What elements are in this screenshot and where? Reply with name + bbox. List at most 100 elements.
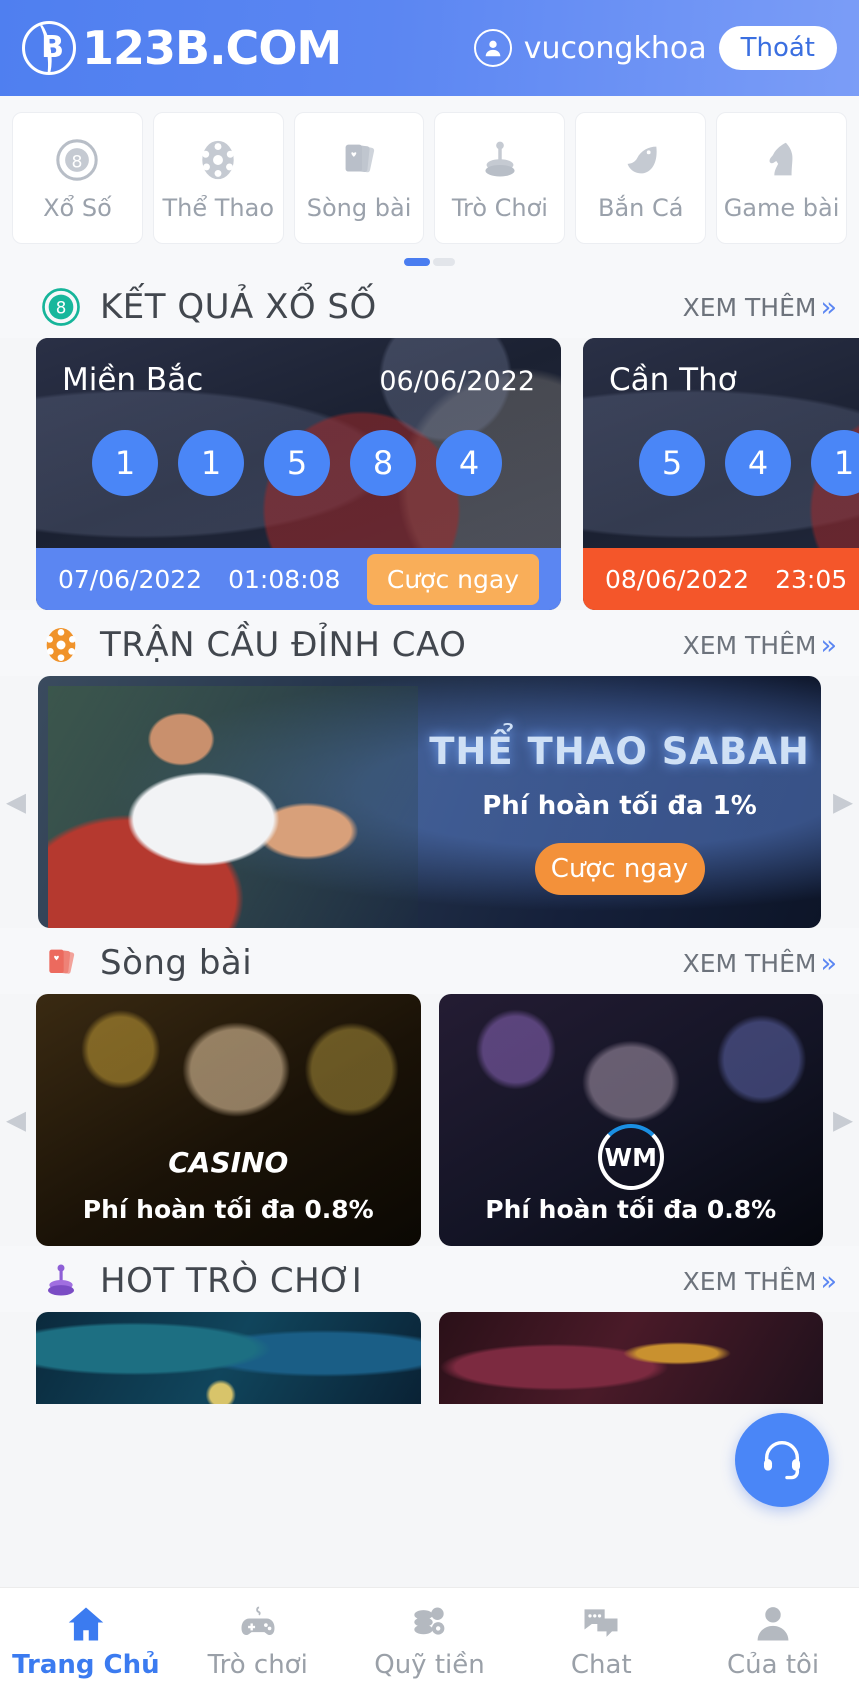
fish-icon (615, 134, 667, 186)
banner-bet-now-button[interactable]: Cược ngay (534, 843, 705, 895)
see-more-lottery[interactable]: XEM THÊM » (683, 292, 837, 323)
carousel-prev-icon[interactable]: ◀ (6, 787, 26, 818)
casino-card-rail[interactable]: CASINO Phí hoàn tối đa 0.8% WM Phí hoàn … (0, 994, 859, 1246)
pager-dot[interactable] (433, 258, 455, 266)
lottery-region: Miền Bắc (62, 362, 204, 398)
category-the-thao[interactable]: Thể Thao (152, 112, 284, 244)
nav-item-funds[interactable]: Quỹ tiền (344, 1588, 516, 1692)
soccer-ball-icon (192, 134, 244, 186)
category-label: Xổ Số (43, 194, 112, 222)
lottery-ball-8-icon: 8 (40, 286, 82, 328)
sports-banner[interactable]: THỂ THAO SABAH Phí hoàn tối đa 1% Cược n… (38, 676, 821, 928)
playing-cards-icon (40, 942, 82, 984)
brand-mark-letter: B (41, 30, 64, 65)
category-label: Trò Chơi (451, 194, 548, 222)
user-circle-icon[interactable] (473, 29, 512, 67)
lottery-card-rail[interactable]: Miền Bắc 06/06/2022 1 1 5 8 4 07/06/2022… (0, 338, 859, 610)
section-header-casino: Sòng bài XEM THÊM » (0, 928, 859, 994)
lottery-ball: 4 (725, 430, 791, 496)
casino-rebate-caption: Phí hoàn tối đa 0.8% (82, 1195, 374, 1224)
nav-label: Quỹ tiền (374, 1650, 485, 1680)
category-game-bai[interactable]: Game bài (716, 112, 847, 244)
lottery-countdown: 23:05 (775, 564, 848, 594)
category-pager[interactable] (0, 244, 859, 272)
svg-text:8: 8 (56, 299, 67, 318)
lottery-ball: 5 (639, 430, 705, 496)
lottery-card[interactable]: Cần Thơ 5 4 1 08/06/2022 23:05 (583, 338, 859, 610)
casino-card[interactable]: WM Phí hoàn tối đa 0.8% (438, 994, 823, 1246)
lottery-card-footer: 07/06/2022 01:08:08 Cược ngay (36, 548, 561, 610)
carousel-next-icon[interactable]: ▶ (833, 1105, 853, 1136)
casino-card[interactable]: CASINO Phí hoàn tối đa 0.8% (36, 994, 421, 1246)
category-label: Bắn Cá (597, 194, 684, 222)
nav-item-profile[interactable]: Của tôi (687, 1588, 859, 1692)
see-more-sports[interactable]: XEM THÊM » (683, 630, 837, 661)
bet-now-button[interactable]: Cược ngay (366, 553, 539, 605)
lottery-card[interactable]: Miền Bắc 06/06/2022 1 1 5 8 4 07/06/2022… (36, 338, 561, 610)
username-label: vucongkhoa (523, 30, 707, 66)
lottery-next-date: 07/06/2022 (58, 564, 203, 594)
n-casino-logo: CASINO (168, 1146, 289, 1179)
lottery-ball: 1 (178, 430, 244, 496)
lottery-date: 06/06/2022 (379, 366, 535, 397)
brand-mark-icon: B (22, 21, 76, 75)
lottery-card-footer: 08/06/2022 23:05 (583, 548, 859, 610)
joystick-icon (40, 1260, 82, 1302)
gamepad-icon (236, 1600, 280, 1646)
banner-title: THỂ THAO SABAH (429, 730, 810, 773)
bottom-navigation: Trang Chủ Trò chơi Quỹ tiền Chat Của tôi (0, 1587, 859, 1692)
section-title: KẾT QUẢ XỔ SỐ (100, 287, 377, 327)
chevron-right-icon: » (820, 291, 837, 323)
nav-label: Của tôi (727, 1650, 820, 1680)
lottery-card-top: Miền Bắc 06/06/2022 1 1 5 8 4 (36, 338, 561, 548)
category-song-bai[interactable]: Sòng bài (293, 112, 425, 244)
category-xo-so[interactable]: 8 Xổ Số (12, 112, 143, 244)
wm-casino-logo: WM (597, 1124, 664, 1190)
section-title: TRẬN CẦU ĐỈNH CAO (100, 625, 467, 665)
nav-item-games[interactable]: Trò chơi (172, 1588, 344, 1692)
casino-rebate-caption: Phí hoàn tối đa 0.8% (485, 1195, 777, 1224)
casino-carousel: ◀ ▶ CASINO Phí hoàn tối đa 0.8% WM Phí h… (0, 994, 859, 1246)
brand-logo[interactable]: B 123B.COM (22, 21, 342, 75)
hot-game-card[interactable] (36, 1312, 421, 1404)
lottery-numbers: 1 1 5 8 4 (62, 430, 535, 496)
carousel-next-icon[interactable]: ▶ (833, 787, 853, 818)
support-chat-button[interactable] (735, 1413, 829, 1507)
person-icon (751, 1600, 795, 1646)
lottery-ball: 4 (436, 430, 502, 496)
app-header: B 123B.COM vucongkhoa Thoát (0, 0, 859, 96)
section-header-hotgames: HOT TRÒ CHƠI XEM THÊM » (0, 1246, 859, 1312)
brand-name: 123B.COM (82, 21, 342, 75)
lottery-ball: 1 (811, 430, 859, 496)
lottery-region: Cần Thơ (609, 362, 737, 398)
banner-text: THỂ THAO SABAH Phí hoàn tối đa 1% Cược n… (418, 730, 821, 895)
chat-bubbles-icon (579, 1600, 623, 1646)
carousel-prev-icon[interactable]: ◀ (6, 1105, 26, 1136)
hot-game-rail[interactable] (0, 1312, 859, 1404)
chevron-right-icon: » (820, 947, 837, 979)
see-more-hotgames[interactable]: XEM THÊM » (683, 1266, 837, 1297)
see-more-label: XEM THÊM (682, 948, 817, 978)
lottery-ball: 8 (350, 430, 416, 496)
see-more-casino[interactable]: XEM THÊM » (683, 948, 837, 979)
section-header-lottery: 8 KẾT QUẢ XỔ SỐ XEM THÊM » (0, 272, 859, 338)
hot-game-card[interactable] (438, 1312, 823, 1404)
section-header-sports: TRẬN CẦU ĐỈNH CAO XEM THÊM » (0, 610, 859, 676)
category-label: Game bài (723, 194, 840, 222)
lottery-ball: 1 (92, 430, 158, 496)
lottery-numbers: 5 4 1 (609, 430, 859, 496)
pager-dot-active[interactable] (404, 258, 430, 266)
logout-button[interactable]: Thoát (718, 26, 837, 70)
lottery-next-date: 08/06/2022 (605, 564, 750, 594)
nav-item-chat[interactable]: Chat (515, 1588, 687, 1692)
category-label: Sòng bài (306, 194, 412, 222)
nav-item-home[interactable]: Trang Chủ (0, 1588, 172, 1692)
banner-photo (48, 686, 418, 928)
lottery-ball-8-icon: 8 (51, 134, 103, 186)
see-more-label: XEM THÊM (682, 630, 817, 660)
category-ban-ca[interactable]: Bắn Cá (575, 112, 707, 244)
nav-label: Trang Chủ (12, 1650, 160, 1680)
chess-knight-icon (756, 134, 808, 186)
nav-label: Trò chơi (207, 1650, 308, 1680)
category-tro-choi[interactable]: Trò Chơi (434, 112, 566, 244)
